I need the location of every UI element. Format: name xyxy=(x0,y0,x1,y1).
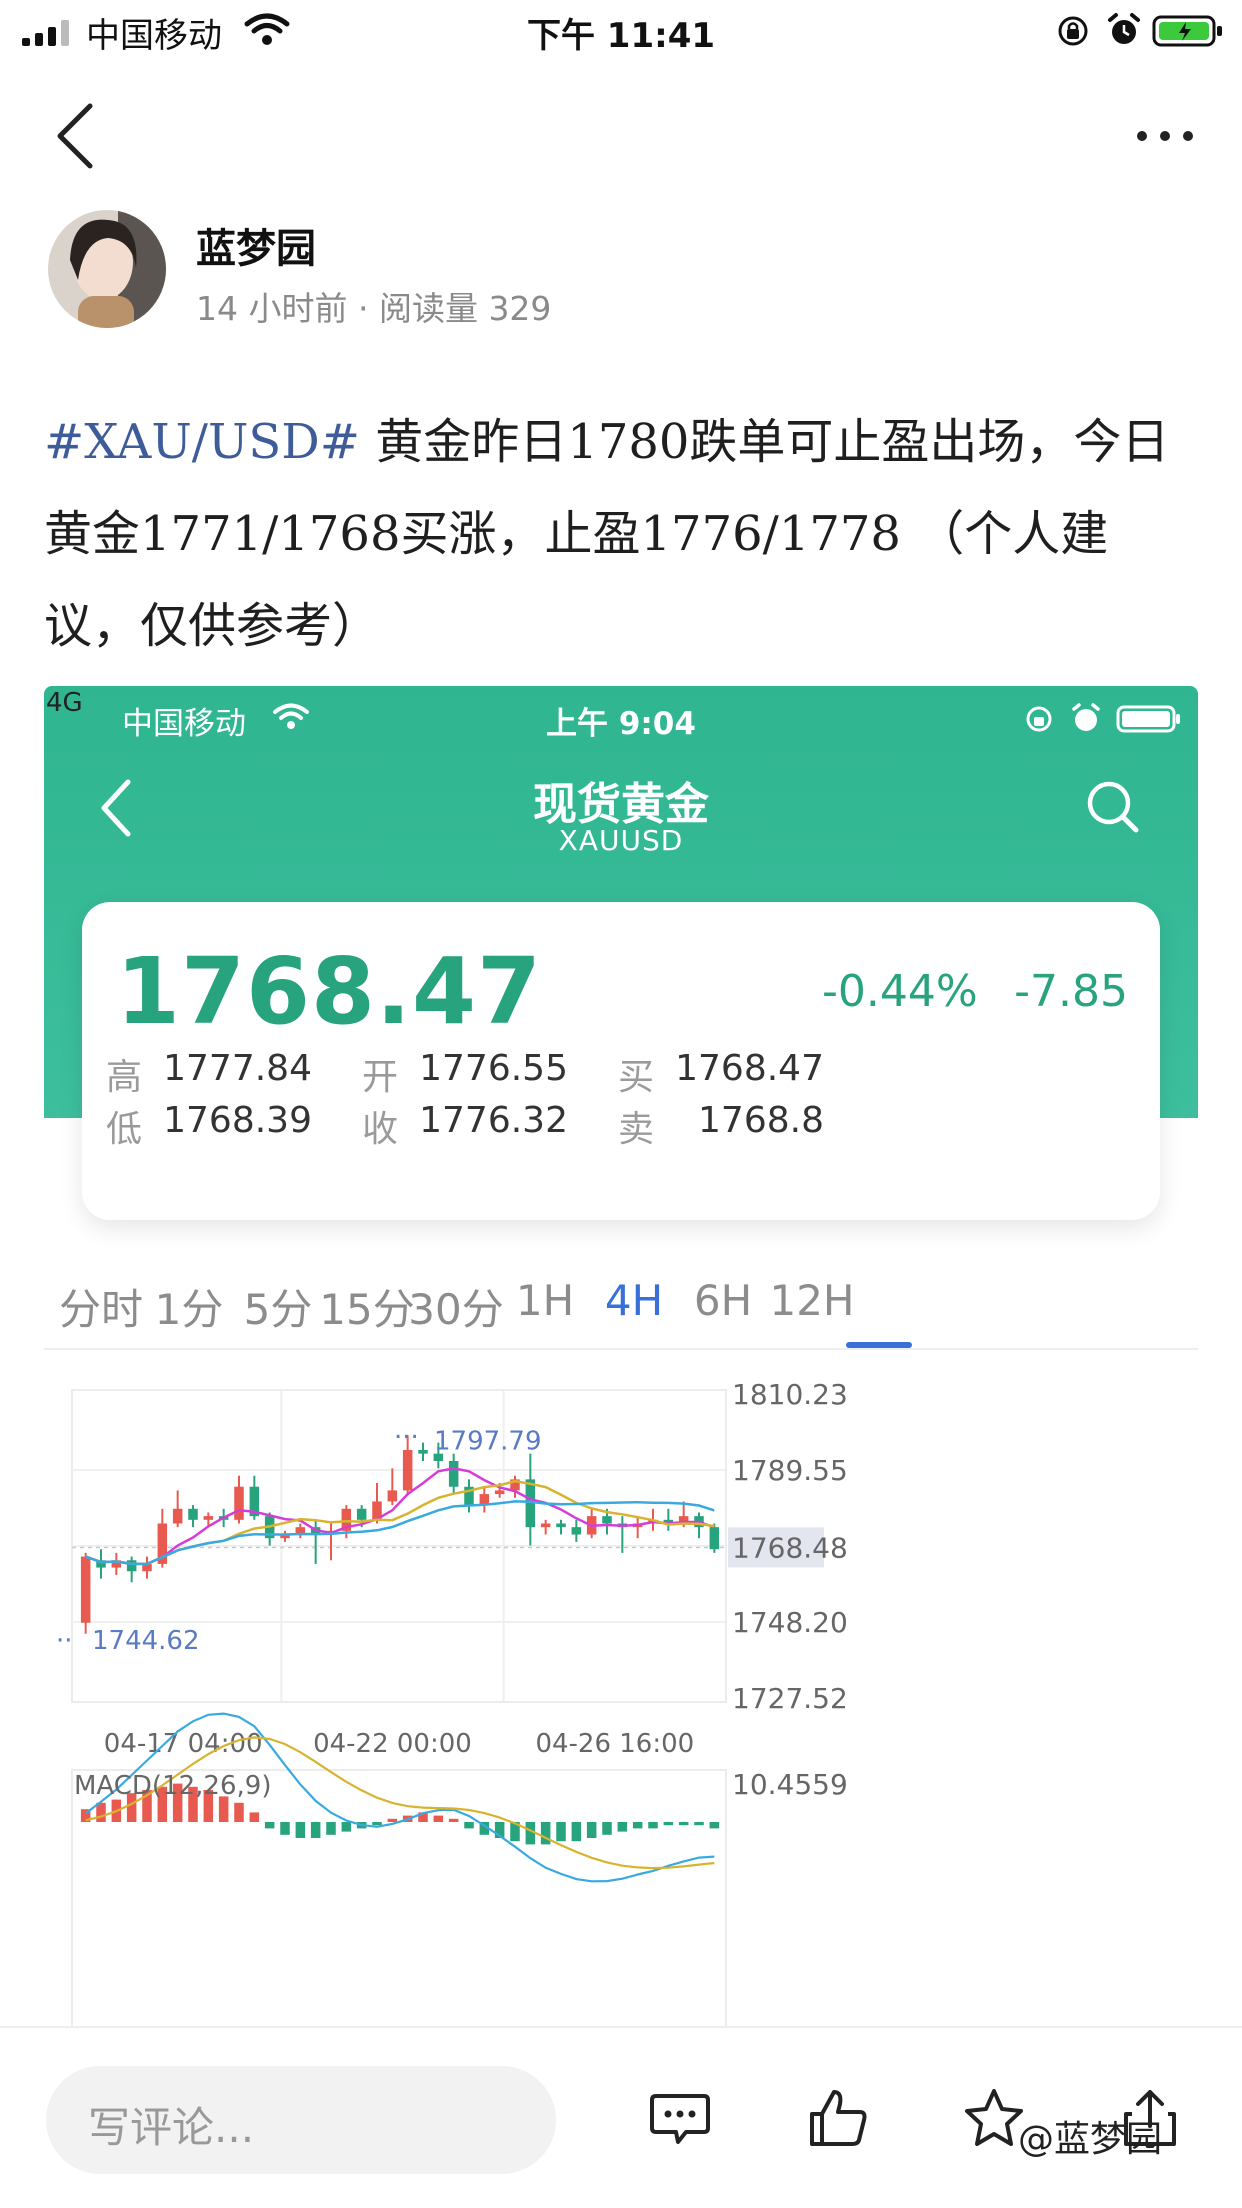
macd-bar xyxy=(632,1822,643,1829)
macd-bar xyxy=(249,1812,260,1822)
post-meta: 14 小时前 · 阅读量 329 xyxy=(196,289,552,328)
candle-body xyxy=(571,1527,582,1535)
candle-body xyxy=(602,1516,612,1524)
x-tick-label: 04-17 04:00 xyxy=(104,1729,263,1759)
last-price: 1768.47 xyxy=(116,938,543,1045)
candlestick-chart[interactable]: 1810.23 1789.55 1768.48 1748.20 1727.52 ··· 17… xyxy=(44,1376,1198,2026)
watermark: @蓝梦园 xyxy=(1018,2119,1163,2160)
macd-bar xyxy=(663,1822,674,1826)
macd-bar xyxy=(387,1818,398,1822)
y-tick-label: 1768.48 xyxy=(732,1531,848,1564)
candle-body xyxy=(418,1449,428,1454)
macd-bar xyxy=(571,1822,582,1842)
macd-bar xyxy=(602,1822,612,1835)
avatar[interactable] xyxy=(48,210,166,328)
candle-body xyxy=(188,1508,198,1520)
high-marker-dots: ··· xyxy=(394,1423,419,1453)
macd-label: MACD(12,26,9) xyxy=(74,1771,271,1801)
y-tick-label: 1810.23 xyxy=(732,1378,848,1411)
battery-icon xyxy=(1152,15,1222,47)
macd-bar xyxy=(310,1822,321,1838)
y-tick-label: 1748.20 xyxy=(732,1606,848,1639)
change-value: -7.85 xyxy=(1014,966,1128,1017)
like-icon[interactable] xyxy=(806,2086,870,2150)
macd-bar xyxy=(96,1802,106,1822)
status-bar: 中国移动 下午 11:41 xyxy=(0,0,1242,62)
candle-body xyxy=(494,1490,505,1495)
alarm-icon xyxy=(1108,13,1140,44)
back-button[interactable] xyxy=(52,100,100,172)
bid-value: 1768.47 xyxy=(675,1048,824,1089)
embedded-status-bar: 4G 中国移动 上午 9:04 xyxy=(44,686,1198,746)
macd-bar xyxy=(694,1822,704,1826)
period-tabs: 分时 1分 5分 15分 30分 1H 4H 6H 12H xyxy=(44,1254,1198,1350)
orientation-lock-icon xyxy=(1026,706,1052,732)
candle-body xyxy=(448,1461,459,1487)
y-tick-label: 1789.55 xyxy=(732,1454,848,1487)
candle-body xyxy=(126,1560,137,1572)
bottom-action-bar: 写评论... @蓝梦园 xyxy=(0,2026,1242,2208)
comment-icon[interactable] xyxy=(648,2086,712,2150)
tab-12h[interactable]: 12H xyxy=(757,1276,867,1325)
alarm-icon xyxy=(1072,703,1100,731)
comment-input[interactable]: 写评论... xyxy=(46,2066,556,2174)
macd-bar xyxy=(326,1822,336,1835)
macd-bar xyxy=(709,1822,720,1829)
macd-bar xyxy=(433,1815,444,1822)
open-value: 1776.55 xyxy=(419,1048,568,1089)
low-value: 1768.39 xyxy=(163,1100,312,1141)
macd-bar xyxy=(586,1822,597,1838)
author-name[interactable]: 蓝梦园 xyxy=(196,216,316,274)
candle-body xyxy=(80,1556,91,1623)
macd-bar xyxy=(234,1802,244,1822)
macd-bar xyxy=(372,1822,382,1826)
instrument-title: 现货黄金 xyxy=(533,779,709,830)
favorite-star-icon[interactable] xyxy=(962,2086,1026,2150)
macd-bar xyxy=(648,1822,658,1829)
close-value: 1776.32 xyxy=(419,1100,568,1141)
macd-bar xyxy=(617,1822,628,1832)
macd-bar xyxy=(341,1822,352,1832)
x-tick-label: 04-26 16:00 xyxy=(535,1729,694,1759)
candle-body xyxy=(709,1527,720,1550)
high-value: 1777.84 xyxy=(163,1048,312,1089)
search-icon[interactable] xyxy=(1084,778,1140,834)
candle-body xyxy=(356,1508,367,1520)
macd-bar xyxy=(264,1822,275,1829)
low-marker-label: 1744.62 xyxy=(92,1626,200,1656)
candle-body xyxy=(172,1508,183,1524)
instrument-symbol: XAUUSD xyxy=(558,824,684,857)
macd-bar xyxy=(556,1822,566,1842)
macd-bar xyxy=(280,1822,290,1835)
embedded-screenshot[interactable]: 4G 中国移动 上午 9:04 现货黄金 XAUUSD 1768.47 -0.4… xyxy=(44,686,1198,2026)
candle-body xyxy=(556,1523,566,1528)
candle-body xyxy=(540,1523,551,1528)
macd-frame xyxy=(71,1769,727,2026)
candle-body xyxy=(234,1486,244,1520)
macd-bar xyxy=(464,1822,474,1829)
candle-body xyxy=(203,1516,214,1520)
macd-bar xyxy=(678,1822,689,1826)
battery-icon xyxy=(1116,705,1180,733)
post-body: #XAU/USD# 黄金昨日1780跌单可止盈出场，今日黄金1771/1768买… xyxy=(44,396,1204,672)
macd-bar xyxy=(295,1822,306,1838)
more-options-icon[interactable] xyxy=(1132,118,1198,154)
x-tick-label: 04-22 00:00 xyxy=(313,1729,472,1759)
ask-value: 1768.8 xyxy=(698,1100,824,1141)
active-tab-indicator xyxy=(846,1342,912,1348)
macd-bar xyxy=(540,1822,551,1845)
high-marker-label: 1797.79 xyxy=(434,1427,542,1457)
low-marker-dots: ·· xyxy=(56,1626,73,1656)
macd-bar xyxy=(448,1818,459,1822)
candle-body xyxy=(387,1490,398,1502)
comment-placeholder: 写评论... xyxy=(88,2103,255,2152)
change-percent: -0.44% xyxy=(822,966,978,1017)
hashtag-link[interactable]: #XAU/USD# xyxy=(44,414,360,470)
quote-card: 1768.47 -0.44% -7.85 高 1777.84 开 1776.55… xyxy=(82,902,1160,1220)
orientation-lock-icon xyxy=(1058,16,1088,46)
candle-body xyxy=(402,1449,413,1491)
y-tick-label: 1727.52 xyxy=(732,1682,848,1715)
macd-tick-label: 10.4559 xyxy=(732,1768,848,1801)
